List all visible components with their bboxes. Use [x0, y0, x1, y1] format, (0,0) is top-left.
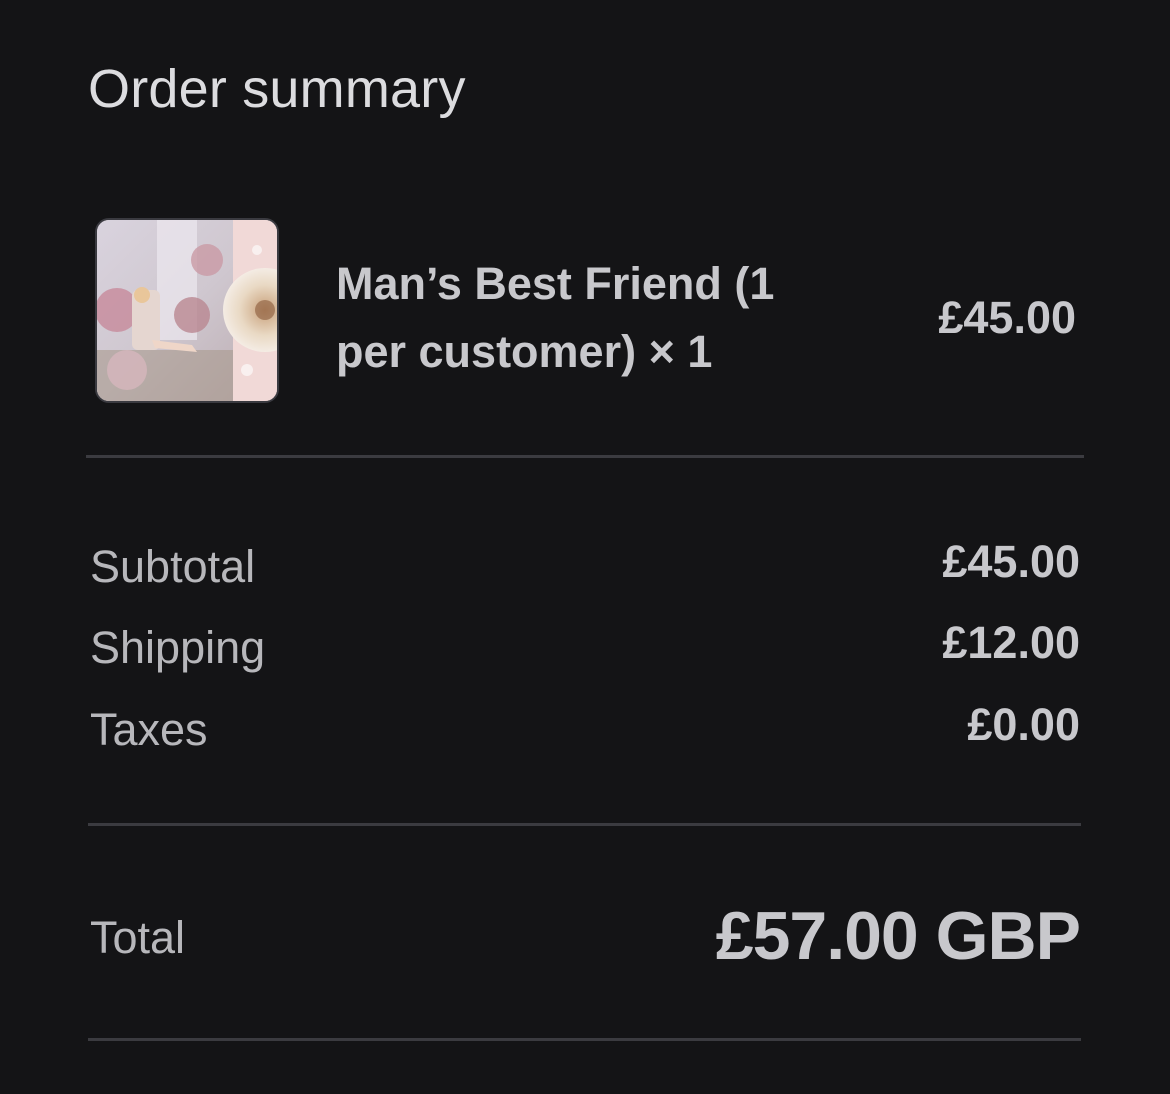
- subtotal-label: Subtotal: [90, 541, 256, 592]
- divider: [86, 455, 1084, 458]
- shipping-value: £12.00: [942, 617, 1080, 668]
- album-cover-image: [97, 220, 277, 401]
- taxes-label: Taxes: [90, 704, 208, 755]
- product-thumbnail: [95, 218, 279, 403]
- item-name: Man’s Best Friend (1 per customer) × 1: [336, 258, 775, 377]
- subtotal-value: £45.00: [942, 536, 1080, 587]
- shipping-label: Shipping: [90, 622, 266, 673]
- item-price: £45.00: [938, 292, 1076, 343]
- order-summary-title: Order summary: [88, 59, 466, 119]
- total-value: £57.00 GBP: [715, 898, 1081, 974]
- divider: [88, 1038, 1081, 1041]
- total-label: Total: [90, 912, 186, 963]
- taxes-value: £0.00: [967, 699, 1080, 750]
- divider: [88, 823, 1081, 826]
